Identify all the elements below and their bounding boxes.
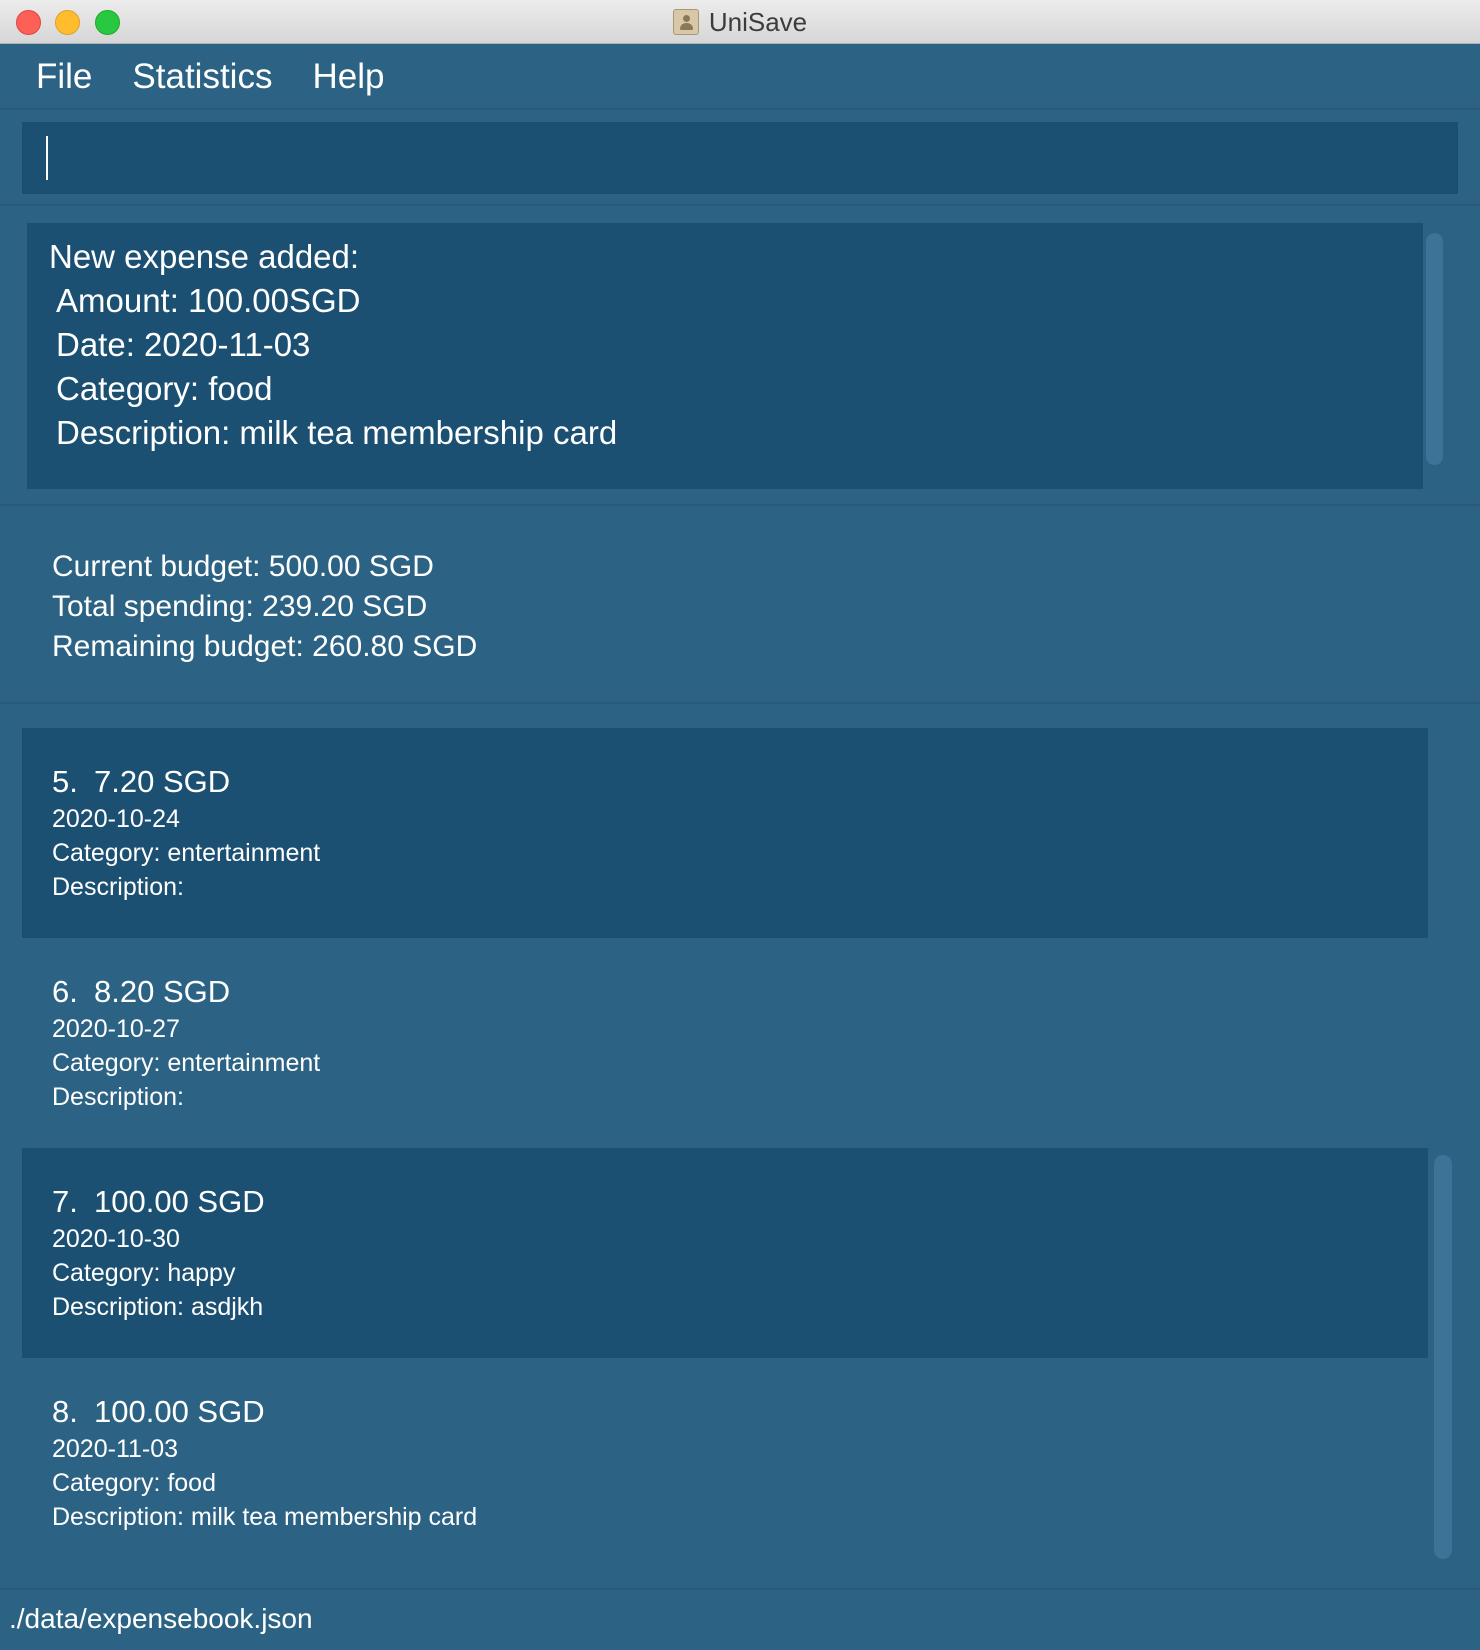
text-caret bbox=[46, 136, 48, 180]
expense-category: Category: happy bbox=[52, 1259, 236, 1287]
expense-date: 2020-10-27 bbox=[52, 1015, 180, 1043]
expense-card[interactable]: 5. 7.20 SGD 2020-10-24 Category: enterta… bbox=[22, 728, 1428, 938]
expense-header: 5. 7.20 SGD bbox=[52, 762, 1428, 802]
expense-description: Description: bbox=[52, 873, 184, 901]
window-title-group: UniSave bbox=[0, 0, 1480, 44]
result-line: Category: food bbox=[56, 370, 273, 407]
expense-header: 8. 100.00 SGD bbox=[52, 1392, 1428, 1432]
expense-card[interactable]: 6. 8.20 SGD 2020-10-27 Category: enterta… bbox=[22, 938, 1428, 1148]
result-display-frame: New expense added: Amount: 100.00SGD Dat… bbox=[22, 218, 1458, 494]
contact-card-icon bbox=[672, 9, 699, 35]
result-scrollbar[interactable] bbox=[1426, 233, 1443, 465]
expense-card[interactable]: 7. 100.00 SGD 2020-10-30 Category: happy… bbox=[22, 1148, 1428, 1358]
result-display[interactable]: New expense added: Amount: 100.00SGD Dat… bbox=[27, 223, 1423, 489]
expense-amount: 7.20 SGD bbox=[94, 764, 231, 799]
expense-card[interactable]: 8. 100.00 SGD 2020-11-03 Category: food … bbox=[22, 1358, 1428, 1568]
expense-amount: 100.00 SGD bbox=[94, 1184, 265, 1219]
expense-list-scrollbar[interactable] bbox=[1434, 1155, 1452, 1559]
expense-index: 8. bbox=[52, 1394, 78, 1429]
current-budget: Current budget: 500.00 SGD bbox=[52, 550, 434, 583]
expense-description: Description: asdjkh bbox=[52, 1293, 264, 1321]
expense-index: 6. bbox=[52, 974, 78, 1009]
expense-date: 2020-11-03 bbox=[52, 1435, 179, 1463]
title-bar: UniSave bbox=[0, 0, 1480, 44]
divider bbox=[0, 204, 1480, 206]
expense-index: 7. bbox=[52, 1184, 78, 1219]
result-line: New expense added: bbox=[49, 238, 360, 275]
remaining-budget: Remaining budget: 260.80 SGD bbox=[52, 630, 478, 663]
result-line: Amount: 100.00SGD bbox=[56, 282, 361, 319]
expense-header: 6. 8.20 SGD bbox=[52, 972, 1428, 1012]
result-line: Date: 2020-11-03 bbox=[56, 326, 311, 363]
expense-date: 2020-10-30 bbox=[52, 1225, 180, 1253]
menu-help[interactable]: Help bbox=[312, 57, 384, 97]
expense-list[interactable]: 5. 7.20 SGD 2020-10-24 Category: enterta… bbox=[22, 728, 1428, 1576]
expense-date: 2020-10-24 bbox=[52, 805, 180, 833]
status-bar: ./data/expensebook.json bbox=[0, 1588, 1480, 1650]
window-title: UniSave bbox=[708, 6, 808, 37]
menu-file[interactable]: File bbox=[36, 57, 92, 97]
expense-amount: 100.00 SGD bbox=[94, 1394, 265, 1429]
expense-index: 5. bbox=[52, 764, 78, 799]
expense-description: Description: milk tea membership card bbox=[52, 1503, 478, 1531]
app-window: UniSave File Statistics Help New expense… bbox=[0, 0, 1480, 1650]
expense-category: Category: entertainment bbox=[52, 1049, 321, 1077]
command-input[interactable] bbox=[22, 122, 1458, 194]
menu-bar: File Statistics Help bbox=[0, 45, 1480, 110]
divider bbox=[0, 702, 1480, 704]
expense-category: Category: food bbox=[52, 1469, 216, 1497]
menu-statistics[interactable]: Statistics bbox=[132, 57, 272, 97]
divider bbox=[0, 504, 1480, 506]
expense-category: Category: entertainment bbox=[52, 839, 321, 867]
total-spending: Total spending: 239.20 SGD bbox=[52, 590, 428, 623]
expense-amount: 8.20 SGD bbox=[94, 974, 231, 1009]
budget-panel: Current budget: 500.00 SGD Total spendin… bbox=[52, 547, 477, 667]
result-line: Description: milk tea membership card bbox=[56, 414, 618, 451]
expense-header: 7. 100.00 SGD bbox=[52, 1182, 1428, 1222]
expense-description: Description: bbox=[52, 1083, 184, 1111]
save-file-path: ./data/expensebook.json bbox=[9, 1603, 313, 1634]
